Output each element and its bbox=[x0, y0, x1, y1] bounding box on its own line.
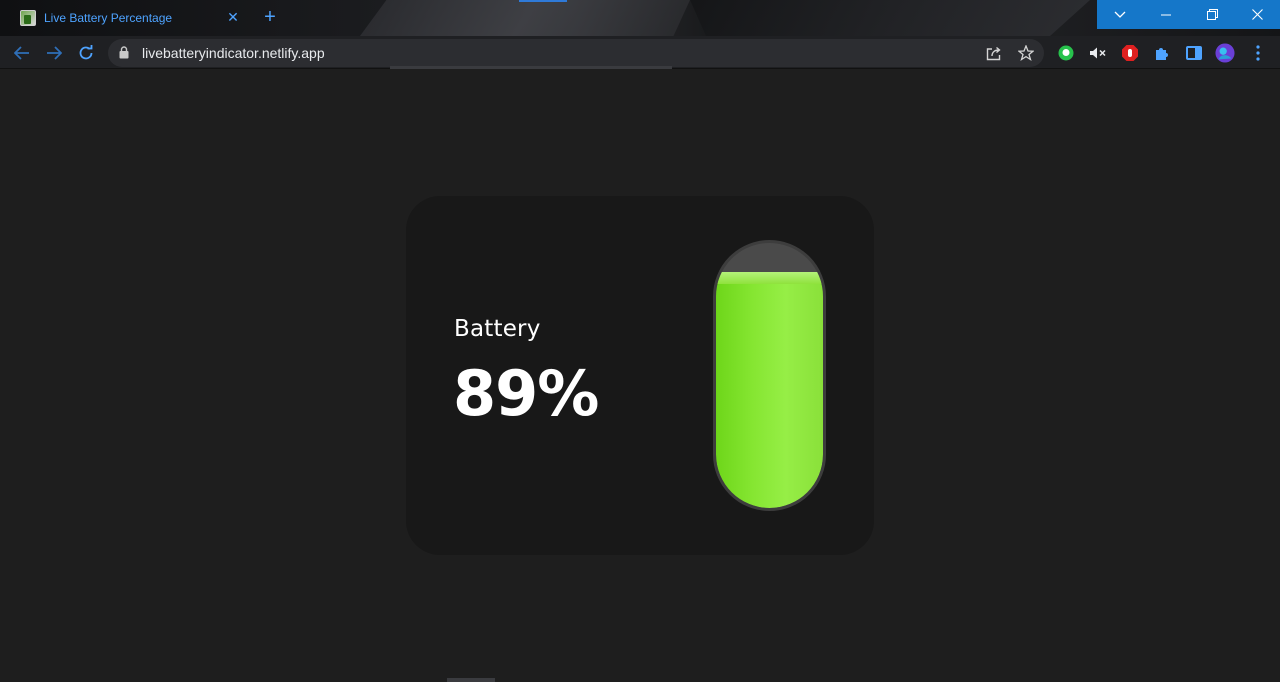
browser-tab[interactable]: Live Battery Percentage ✕ bbox=[8, 0, 248, 36]
tab-close-icon[interactable]: ✕ bbox=[224, 9, 242, 27]
profile-avatar-icon bbox=[1215, 43, 1235, 63]
browser-menu-button[interactable] bbox=[1248, 43, 1268, 63]
battery-percentage: 89% bbox=[453, 357, 599, 430]
chevron-down-icon bbox=[1114, 11, 1126, 18]
adblock-extension-button[interactable] bbox=[1120, 43, 1140, 63]
reload-button[interactable] bbox=[74, 41, 98, 65]
tab-title: Live Battery Percentage bbox=[44, 11, 173, 25]
bookmark-button[interactable] bbox=[1017, 44, 1035, 62]
battery-level-fill bbox=[716, 272, 823, 508]
share-button[interactable] bbox=[985, 44, 1003, 62]
sidepanel-icon bbox=[1186, 46, 1202, 60]
tab-favicon-icon bbox=[20, 10, 36, 26]
url-text[interactable]: livebatteryindicator.netlify.app bbox=[142, 45, 325, 61]
tab-search-button[interactable] bbox=[1097, 0, 1143, 29]
minimize-icon bbox=[1161, 14, 1171, 15]
mute-icon bbox=[1090, 47, 1106, 59]
restore-button[interactable] bbox=[1189, 0, 1235, 29]
battery-indicator bbox=[713, 240, 826, 511]
chat-extension-icon bbox=[1058, 45, 1074, 61]
share-icon bbox=[986, 46, 1001, 60]
forward-button[interactable] bbox=[42, 41, 66, 65]
mute-tab-button[interactable] bbox=[1088, 43, 1108, 63]
extensions-button[interactable] bbox=[1152, 43, 1172, 63]
adblock-icon bbox=[1122, 45, 1138, 61]
toolbar-shade bbox=[390, 66, 672, 69]
puzzle-icon bbox=[1156, 48, 1168, 60]
address-bar[interactable]: livebatteryindicator.netlify.app bbox=[108, 39, 1044, 67]
browser-toolbar: livebatteryindicator.netlify.app bbox=[0, 36, 1280, 69]
theme-accent-line bbox=[519, 0, 567, 2]
title-bar: Live Battery Percentage ✕ + bbox=[0, 0, 1280, 36]
avatar[interactable] bbox=[1215, 43, 1235, 63]
back-button[interactable] bbox=[10, 41, 34, 65]
theme-background bbox=[360, 0, 690, 36]
kebab-menu-icon bbox=[1256, 45, 1260, 61]
minimize-button[interactable] bbox=[1143, 0, 1189, 29]
side-panel-button[interactable] bbox=[1184, 43, 1204, 63]
close-window-button[interactable] bbox=[1235, 0, 1280, 29]
restore-icon bbox=[1206, 9, 1218, 20]
reload-icon bbox=[79, 45, 93, 60]
close-icon bbox=[1252, 9, 1263, 20]
page-bottom-shade bbox=[447, 678, 495, 682]
arrow-left-icon bbox=[14, 46, 29, 60]
star-icon bbox=[1018, 45, 1034, 61]
chat-extension-button[interactable] bbox=[1056, 43, 1076, 63]
battery-card: Battery 89% bbox=[406, 196, 874, 555]
arrow-right-icon bbox=[47, 46, 62, 60]
lock-icon[interactable] bbox=[119, 46, 129, 59]
battery-label: Battery bbox=[454, 316, 541, 342]
new-tab-button[interactable]: + bbox=[259, 7, 281, 29]
page-viewport: Battery 89% bbox=[0, 70, 1280, 682]
theme-background bbox=[690, 0, 1090, 36]
